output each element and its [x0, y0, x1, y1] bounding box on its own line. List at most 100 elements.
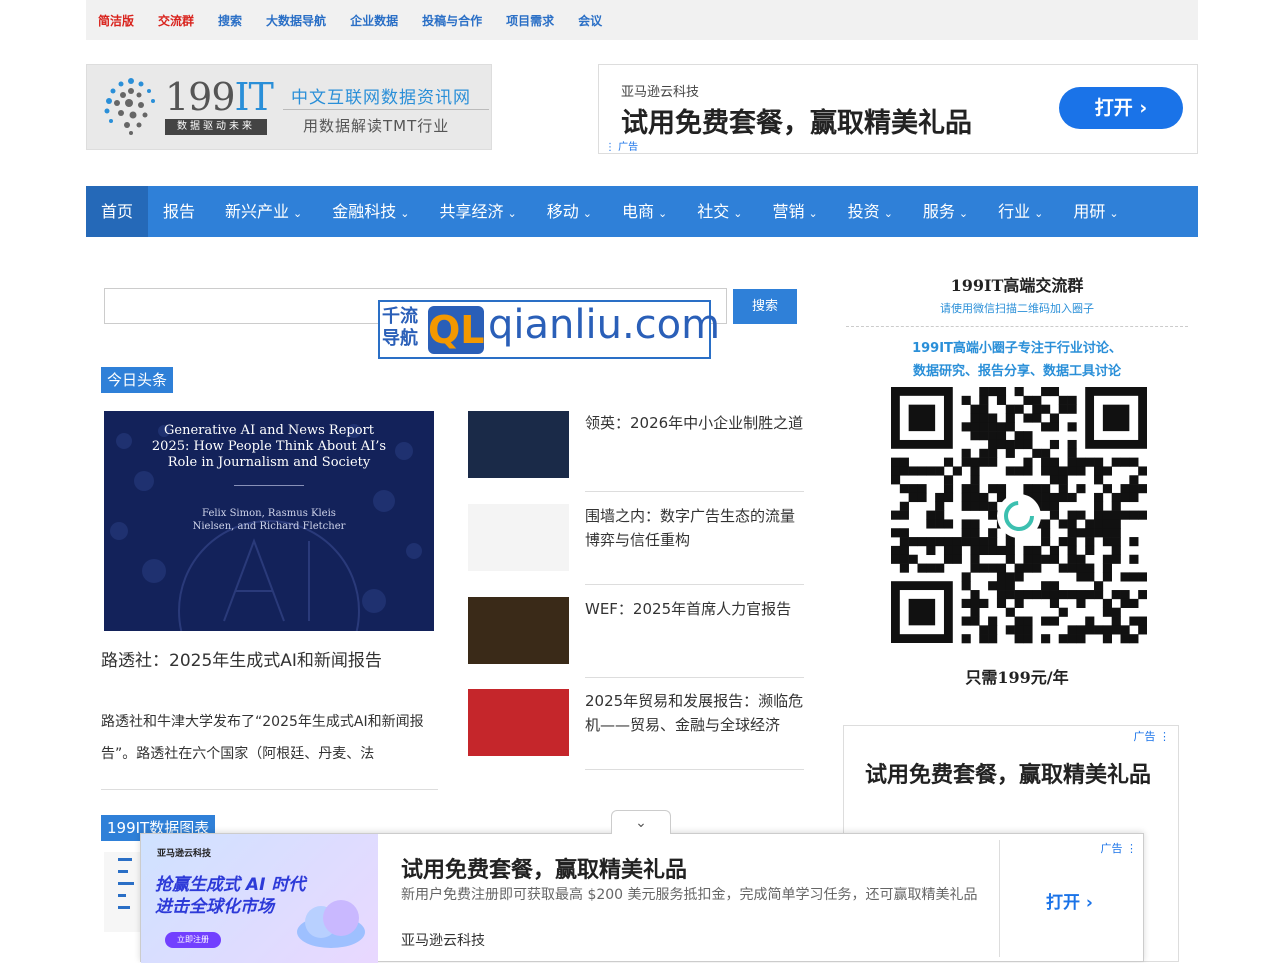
topbar-link[interactable]: 投稿与合作: [422, 12, 482, 29]
bottom-ad-description: 新用户免费注册即可获取最高 $200 美元服务抵扣金，完成简单学习任务，还可赢取…: [401, 887, 978, 903]
nav-item[interactable]: 移动 ⌄: [532, 186, 607, 237]
nav-item-label: 新兴产业: [225, 202, 290, 221]
topbar-link[interactable]: 简洁版: [98, 12, 134, 29]
feature-description: 路透社和牛津大学发布了“2025年生成式AI和新闻报告”。路透社在六个国家（阿根…: [101, 714, 424, 762]
collapse-ad-button[interactable]: ⌄: [611, 810, 671, 834]
feature-image-authors: Felix Simon, Rasmus Kleis Nielsen, and R…: [192, 508, 346, 532]
feature-image-title: Generative AI and News Report 2025: How …: [151, 423, 387, 470]
bottom-ad-image-line2: 进击全球化市场: [155, 897, 274, 917]
nav-item[interactable]: 投资 ⌄: [833, 186, 908, 237]
news-thumbnail[interactable]: [468, 411, 569, 478]
news-thumbnail[interactable]: [468, 597, 569, 664]
sidebar-desc-line2: 数据研究、报告分享、数据工具讨论: [912, 364, 1121, 379]
nav-item[interactable]: 新兴产业 ⌄: [210, 186, 317, 237]
sidebar-price: 只需199元/年: [965, 668, 1069, 687]
chart-thumbnail[interactable]: [104, 852, 140, 932]
news-divider: [585, 769, 804, 770]
sidebar-title: 199IT高端交流群: [950, 276, 1084, 295]
ad-label[interactable]: ⋮ 广告: [605, 138, 638, 153]
news-title-link[interactable]: 2025年贸易和发展报告：濒临危机——贸易、金融与全球经济: [585, 689, 804, 737]
topbar-link[interactable]: 企业数据: [350, 12, 398, 29]
nav-item[interactable]: 用研 ⌄: [1058, 186, 1133, 237]
nav-item-label: 投资: [847, 202, 880, 221]
news-divider: [585, 491, 804, 492]
nav-item-label: 营销: [772, 202, 805, 221]
site-logo[interactable]: 199IT 数据驱动未来 中文互联网数据资讯网 用数据解读TMT行业: [86, 64, 492, 150]
logo-site-name: 中文互联网数据资讯网: [291, 88, 471, 108]
bottom-ad-label[interactable]: 广告 ⋮: [1101, 840, 1138, 856]
sidebar-ad-label[interactable]: 广告 ⋮: [1134, 728, 1171, 744]
ad-open-button[interactable]: 打开 ›: [1059, 87, 1183, 129]
nav-item[interactable]: 行业 ⌄: [983, 186, 1058, 237]
chevron-down-icon: ⌄: [733, 207, 743, 220]
news-title-link[interactable]: 围墙之内：数字广告生态的流量博弈与信任重构: [585, 504, 804, 552]
bottom-sticky-ad[interactable]: ⌄ 亚马逊云科技 抢赢生成式 AI 时代 进击全球化市场 立即注册 试用免费套餐…: [140, 810, 1144, 963]
chevron-down-icon: ⌄: [883, 207, 893, 220]
news-title-link[interactable]: 领英：2026年中小企业制胜之道: [585, 411, 804, 435]
chevron-down-icon: ⌄: [582, 207, 592, 220]
bottom-ad-advertiser: 亚马逊云科技: [401, 933, 485, 949]
bottom-ad-separator: [999, 840, 1000, 957]
bottom-ad-image-brand: 亚马逊云科技: [157, 849, 212, 859]
search-button[interactable]: 搜索: [733, 289, 797, 324]
topbar-link[interactable]: 搜索: [218, 12, 242, 29]
topbar-link[interactable]: 项目需求: [506, 12, 554, 29]
nav-item[interactable]: 金融科技 ⌄: [317, 186, 424, 237]
news-item[interactable]: 2025年贸易和发展报告：濒临危机——贸易、金融与全球经济: [468, 689, 804, 769]
wechat-qr-code: [891, 387, 1147, 645]
nav-item-label: 首页: [101, 202, 134, 221]
sidebar-subtitle: 请使用微信扫描二维码加入圈子: [940, 302, 1094, 315]
nav-item[interactable]: 营销 ⌄: [757, 186, 832, 237]
section-label-headlines: 今日头条: [101, 367, 174, 393]
chevron-down-icon: ⌄: [293, 207, 303, 220]
nav-item[interactable]: 社交 ⌄: [682, 186, 757, 237]
news-divider: [585, 584, 804, 585]
news-title-link[interactable]: WEF：2025年首席人力官报告: [585, 597, 804, 621]
news-thumbnail[interactable]: [468, 689, 569, 756]
topbar-link[interactable]: 大数据导航: [266, 12, 326, 29]
sidebar-divider: [846, 326, 1188, 327]
nav-item[interactable]: 报告: [148, 186, 210, 237]
qianliu-badge: QL: [428, 306, 485, 354]
feature-divider: [101, 789, 438, 790]
logo-tagline: 用数据解读TMT行业: [303, 117, 450, 135]
bottom-ad-image-line1: 抢赢生成式 AI 时代: [155, 875, 306, 895]
chevron-down-icon: ⌄: [400, 207, 410, 220]
logo-divider: [283, 109, 489, 110]
ad-headline: 试用免费套餐，赢取精美礼品: [621, 108, 972, 139]
nav-item-label: 行业: [998, 202, 1031, 221]
chart-thumbnail-icon: [118, 858, 134, 909]
chevron-down-icon: ⌄: [1034, 207, 1044, 220]
news-item[interactable]: 领英：2026年中小企业制胜之道: [468, 411, 804, 491]
nav-item[interactable]: 电商 ⌄: [607, 186, 682, 237]
topbar-link[interactable]: 会议: [578, 12, 602, 29]
nav-item-label: 社交: [697, 202, 730, 221]
qianliu-nav-banner[interactable]: 千流导航 QL qianliu.com: [378, 300, 720, 359]
nav-item[interactable]: 首页: [86, 186, 149, 237]
feature-thumbnail[interactable]: Generative AI and News Report 2025: How …: [104, 411, 434, 631]
bottom-ad-image[interactable]: 亚马逊云科技 抢赢生成式 AI 时代 进击全球化市场 立即注册: [141, 834, 378, 963]
nav-item-label: 移动: [546, 202, 579, 221]
chevron-down-icon: ⌄: [657, 207, 668, 220]
news-thumbnail[interactable]: [468, 504, 569, 571]
chevron-down-icon: ⌄: [808, 207, 818, 220]
nav-item-label: 金融科技: [332, 202, 397, 221]
qianliu-cn-label: 千流导航: [382, 306, 418, 349]
nav-item-label: 电商: [621, 202, 654, 221]
chevron-down-icon: ⌄: [1109, 207, 1119, 220]
bottom-ad-open-button[interactable]: 打开 ›: [1046, 888, 1093, 913]
chevron-down-icon: ⌄: [635, 815, 647, 831]
top-banner-ad[interactable]: 亚马逊云科技 试用免费套餐，赢取精美礼品 打开 › ⋮ 广告: [598, 64, 1198, 154]
bottom-ad-register-button[interactable]: 立即注册: [165, 932, 221, 948]
nav-item[interactable]: 共享经济 ⌄: [425, 186, 532, 237]
cloud-icon: [297, 900, 365, 948]
nav-item[interactable]: 服务 ⌄: [908, 186, 983, 237]
news-item[interactable]: WEF：2025年首席人力官报告: [468, 597, 804, 677]
main-nav: 首页 报告 新兴产业 ⌄ 金融科技 ⌄ 共享经济 ⌄ 移动 ⌄ 电商 ⌄ 社交 ⌄ 营销 ⌄ 投资 ⌄ 服务 ⌄ 行业 ⌄…: [86, 186, 1198, 237]
qianliu-url: qianliu.com: [488, 302, 721, 348]
news-item[interactable]: 围墙之内：数字广告生态的流量博弈与信任重构: [468, 504, 804, 584]
feature-title-link[interactable]: 路透社：2025年生成式AI和新闻报告: [101, 646, 382, 671]
nav-item-label: 共享经济: [439, 202, 504, 221]
sidebar-desc-line1: 199IT高端小圈子专注于行业讨论、: [912, 341, 1122, 356]
topbar-link[interactable]: 交流群: [158, 12, 194, 29]
